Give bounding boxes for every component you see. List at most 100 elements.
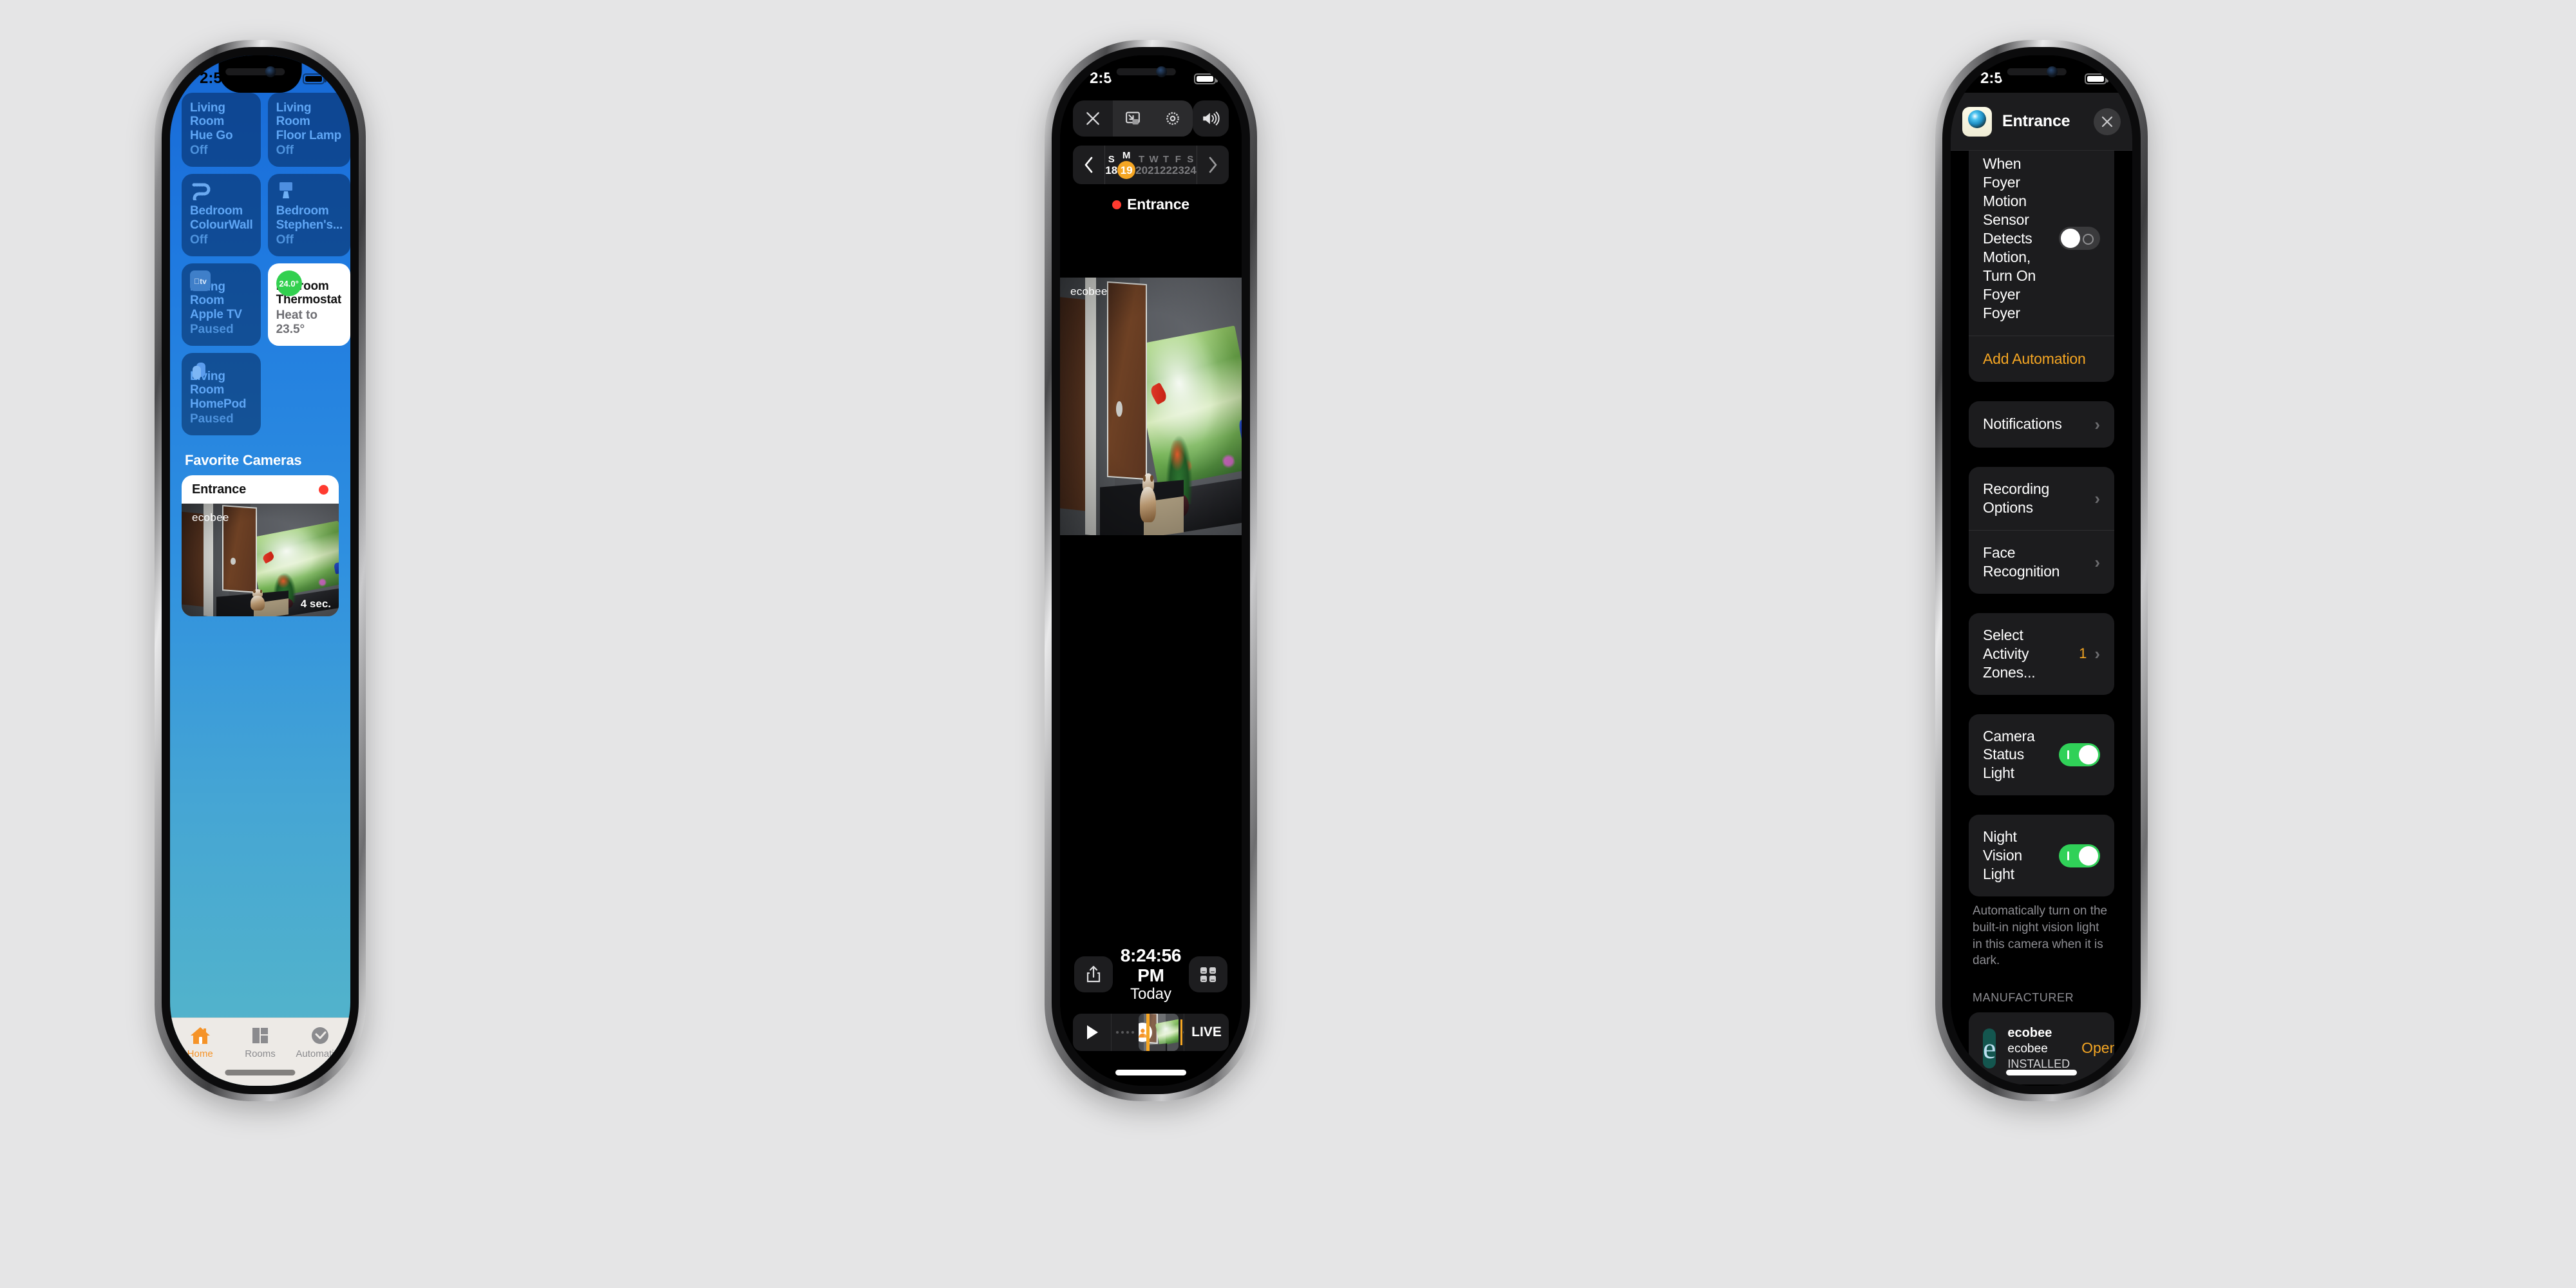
row-night-vision-light[interactable]: Night Vision Light: [1969, 815, 2114, 896]
date-cell[interactable]: S 24: [1184, 146, 1197, 184]
home-indicator[interactable]: [1115, 1070, 1186, 1075]
camera-card-header: Entrance: [182, 475, 339, 504]
date-strip-days: S 18 M 19 T 20 W 21 T 22 F 23 S 24: [1104, 146, 1197, 184]
row-recording-options[interactable]: Recording Options ›: [1969, 467, 2114, 530]
day-number: 24: [1184, 164, 1197, 176]
speaker-button[interactable]: [1193, 100, 1229, 137]
playhead-indicator[interactable]: [1146, 1014, 1150, 1051]
camera-status-light-toggle[interactable]: [2059, 743, 2100, 766]
day-number: 20: [1135, 164, 1148, 176]
camera-card[interactable]: Entrance ecobee 4 sec.: [182, 475, 339, 617]
toggle-knob: [2079, 744, 2098, 764]
camera-icon: [1962, 106, 1992, 137]
automation-toggle[interactable]: [2059, 227, 2100, 251]
front-camera: [2046, 66, 2058, 77]
phone-2-screen: 2:53 S 18 M 19 T 20 W 21 T 22 F 23 S 24 …: [1060, 55, 1242, 1086]
timeline-gap: [1112, 1031, 1139, 1034]
camera-still-image: [1060, 278, 1242, 535]
row-activity-zones[interactable]: Select Activity Zones... 1 ›: [1969, 613, 2114, 695]
accessory-tile[interactable]: Living Room Hue Go Off: [182, 93, 261, 167]
phone-1-home: 2:53 Living Room Hue Go Off Living Room …: [155, 40, 366, 1101]
tab-rooms[interactable]: Rooms: [230, 1026, 290, 1059]
day-number: 18: [1105, 164, 1118, 176]
play-button[interactable]: [1073, 1014, 1112, 1051]
notch: [2000, 55, 2083, 93]
date-cell-selected[interactable]: M 19: [1117, 146, 1136, 184]
close-button[interactable]: [1073, 100, 1113, 137]
toggle-knob: [2079, 846, 2098, 866]
camera-name: Entrance: [1127, 196, 1189, 213]
home-scroll-area[interactable]: Living Room Hue Go Off Living Room Floor L…: [170, 93, 350, 1018]
pip-button[interactable]: [1113, 100, 1153, 137]
date-cell[interactable]: T 22: [1160, 146, 1172, 184]
page-title: Entrance: [2002, 112, 2070, 130]
automation-row[interactable]: When Foyer Motion Sensor Detects Motion,…: [1969, 151, 2114, 336]
open-app-button[interactable]: Open: [2081, 1039, 2114, 1057]
night-vision-light-toggle[interactable]: [2059, 844, 2100, 867]
clock-icon: [312, 1027, 329, 1044]
row-camera-status-light[interactable]: Camera Status Light: [1969, 714, 2114, 796]
camera-brand-watermark: ecobee: [192, 511, 229, 524]
tile-state: Paused: [190, 412, 234, 426]
date-strip: S 18 M 19 T 20 W 21 T 22 F 23 S 24: [1073, 146, 1229, 184]
thermostat-icon: 24.0°: [276, 270, 302, 297]
row-notifications[interactable]: Notifications ›: [1969, 401, 2114, 448]
accessory-tile[interactable]: Living Room Floor Lamp Off: [267, 93, 350, 167]
accessory-tile[interactable]: tv Living RoomApple TV Paused: [182, 263, 261, 346]
accessory-tile[interactable]: Bedroom Stephen's... Off: [267, 174, 350, 257]
homepod-icon: [190, 360, 211, 385]
close-button[interactable]: [2094, 108, 2121, 135]
tile-state: Heat to 23.5°: [276, 308, 317, 337]
home-indicator[interactable]: [225, 1070, 296, 1075]
gear-icon: [1166, 112, 1179, 125]
tile-state: Off: [276, 233, 294, 247]
timeline-track[interactable]: [1112, 1014, 1184, 1051]
tab-automation[interactable]: Automation: [290, 1026, 350, 1059]
date-cell[interactable]: T 20: [1135, 146, 1148, 184]
camera-settings-button[interactable]: [1153, 100, 1193, 137]
accessory-tile[interactable]: Bedroom ColourWall Off: [182, 174, 261, 257]
lightstrip-icon: [190, 181, 216, 205]
date-cell[interactable]: W 21: [1148, 146, 1160, 184]
date-cell[interactable]: S 18: [1105, 146, 1117, 184]
accessory-tile-thermostat[interactable]: 24.0° Bedroom Thermostat Heat to 23.5°: [267, 263, 350, 346]
chevron-right-icon: ›: [2094, 552, 2100, 572]
recording-indicator-icon: [1112, 200, 1122, 209]
camera-snapshot-age: 4 sec.: [300, 598, 331, 611]
phone-2-camera: 2:53 S 18 M 19 T 20 W 21 T 22 F 23 S 24 …: [1045, 40, 1257, 1101]
day-number: 23: [1171, 164, 1184, 176]
home-indicator[interactable]: [2006, 1070, 2077, 1075]
tile-line2: ColourWall: [190, 218, 253, 232]
activity-zones-count: 1: [2079, 645, 2087, 662]
tab-home[interactable]: Home: [170, 1026, 230, 1059]
clips-grid-button[interactable]: [1189, 956, 1227, 992]
manufacturer-caption: MANUFACTURER: [1973, 990, 2074, 1004]
svg-text:tv: tv: [194, 277, 207, 286]
day-number: 22: [1160, 164, 1172, 176]
share-button[interactable]: [1074, 956, 1113, 992]
timeline-scrubber[interactable]: LIVE: [1073, 1014, 1229, 1051]
recording-card: Recording Options › Face Recognition ›: [1969, 466, 2114, 594]
automation-description: When Foyer Motion Sensor Detects Motion,…: [1983, 155, 2036, 321]
day-of-week: T: [1162, 153, 1170, 165]
day-of-week: S: [1108, 153, 1115, 165]
prev-week-button[interactable]: [1073, 146, 1104, 184]
accessory-tile[interactable]: Living Room HomePod Paused: [182, 353, 261, 436]
screenshot-canvas: 2:53 Living Room Hue Go Off Living Room …: [0, 0, 2576, 1288]
camera-controls-row: 8:24:56 PM Today: [1060, 945, 1242, 1003]
next-week-button[interactable]: [1197, 146, 1229, 184]
settings-list[interactable]: When Foyer Motion Sensor Detects Motion,…: [1951, 151, 2132, 1086]
camera-brand-watermark: ecobee: [1070, 285, 1108, 298]
tile-line1: Bedroom: [190, 204, 243, 218]
chevron-right-icon: ›: [2094, 644, 2100, 664]
camera-video-frame[interactable]: ecobee: [1060, 278, 1242, 535]
live-button[interactable]: LIVE: [1184, 1014, 1229, 1051]
date-cell[interactable]: F 23: [1172, 146, 1184, 184]
add-automation-row[interactable]: Add Automation: [1969, 335, 2114, 382]
camera-thumbnail[interactable]: ecobee 4 sec.: [182, 504, 339, 617]
tile-line2: HomePod: [190, 397, 247, 411]
tile-state: Paused: [190, 323, 234, 337]
row-face-recognition[interactable]: Face Recognition ›: [1969, 529, 2114, 594]
camera-lens: [1968, 109, 1986, 128]
tile-line2: Floor Lamp: [276, 128, 342, 142]
